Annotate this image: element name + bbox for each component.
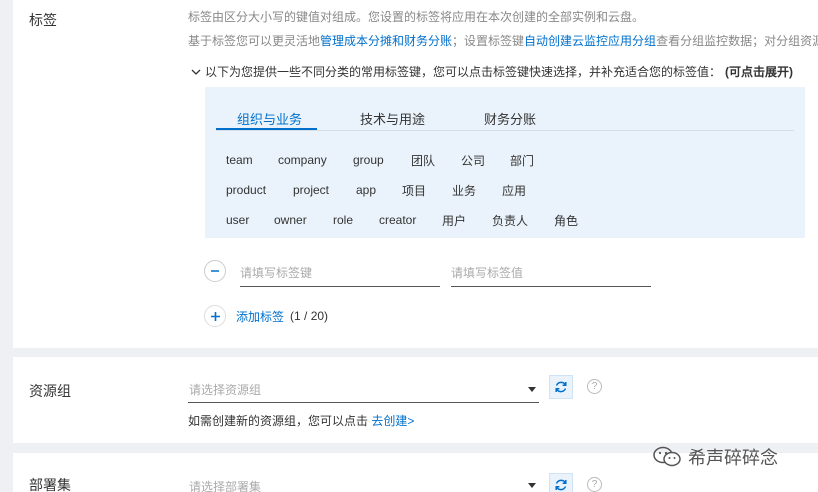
tag-chip[interactable]: 角色	[554, 212, 578, 229]
tag-key-input[interactable]: 请填写标签键	[240, 259, 440, 287]
tag-value-placeholder: 请填写标签值	[451, 266, 524, 280]
wechat-icon	[653, 446, 681, 467]
tag-chip[interactable]: owner	[274, 213, 307, 227]
chevron-down-icon	[191, 69, 201, 75]
refresh-deployment-set-button[interactable]	[549, 473, 573, 492]
resource-group-label: 资源组	[29, 383, 71, 399]
tags-label: 标签	[29, 12, 57, 28]
resource-group-hint-text: 如需创建新的资源组，您可以点击	[188, 414, 369, 428]
remove-tag-button[interactable]	[204, 260, 226, 282]
deployment-set-select[interactable]: 请选择部署集	[188, 470, 539, 492]
tabs-divider	[216, 130, 794, 131]
resource-group-section: 资源组 请选择资源组 ? 如需创建新的资源组，您可以点击 去创建>	[13, 357, 818, 443]
plus-circle	[204, 305, 226, 327]
refresh-icon	[555, 479, 567, 491]
tag-chip[interactable]: 用户	[442, 212, 466, 229]
tag-chip[interactable]: 应用	[502, 182, 526, 199]
tag-chip[interactable]: user	[226, 213, 249, 227]
tag-chip[interactable]: project	[293, 183, 329, 197]
resource-group-hint: 如需创建新的资源组，您可以点击 去创建>	[188, 412, 414, 429]
tag-chip[interactable]: 部门	[510, 152, 534, 169]
create-resource-group-link[interactable]: 去创建>	[371, 414, 414, 428]
watermark-text: 希声碎碎念	[688, 448, 778, 468]
tag-value-input[interactable]: 请填写标签值	[451, 259, 651, 287]
help-icon[interactable]: ?	[587, 477, 602, 492]
minus-icon	[211, 270, 219, 272]
caret-down-icon	[528, 387, 536, 392]
tag-chip[interactable]: 公司	[461, 152, 485, 169]
tab-organization[interactable]: 组织与业务	[237, 109, 302, 128]
tab-finance[interactable]: 财务分账	[484, 109, 536, 128]
deployment-set-label: 部署集	[29, 477, 71, 492]
tag-chip[interactable]: 团队	[411, 152, 435, 169]
expand-hint: (可点击展开)	[725, 65, 794, 79]
caret-down-icon	[528, 483, 536, 488]
tag-chip[interactable]: product	[226, 183, 266, 197]
tab-technology[interactable]: 技术与用途	[360, 109, 425, 128]
resource-group-placeholder: 请选择资源组	[189, 383, 262, 397]
tag-chip[interactable]: 项目	[402, 182, 426, 199]
tag-chip[interactable]: group	[353, 153, 384, 167]
tags-description-line2: 基于标签您可以更灵活地管理成本分摊和财务分账；设置标签键自动创建云监控应用分组查…	[188, 32, 818, 49]
tag-chip[interactable]: app	[356, 183, 376, 197]
tag-suggestions-panel: 组织与业务 技术与用途 财务分账 team company group 团队 公…	[205, 87, 805, 238]
tag-chip[interactable]: 负责人	[492, 212, 528, 229]
tag-chip[interactable]: 业务	[452, 182, 476, 199]
add-tag-button[interactable]: 添加标签 (1 / 20)	[204, 305, 328, 327]
add-tag-label: 添加标签	[236, 309, 285, 324]
tag-chip[interactable]: creator	[379, 213, 416, 227]
plus-icon	[210, 311, 220, 321]
resource-group-select[interactable]: 请选择资源组	[188, 375, 539, 403]
tag-chip[interactable]: role	[333, 213, 353, 227]
desc-text-post: 查看分组监控数据；对分组资源	[656, 34, 818, 48]
tag-chip[interactable]: company	[278, 153, 327, 167]
refresh-resource-group-button[interactable]	[549, 375, 573, 399]
tags-description-line1: 标签由区分大小写的键值对组成。您设置的标签将应用在本次创建的全部实例和云盘。	[188, 10, 645, 24]
tag-key-placeholder: 请填写标签键	[240, 266, 313, 280]
watermark: 希声碎碎念	[652, 444, 778, 470]
cloud-monitor-group-link[interactable]: 自动创建云监控应用分组	[524, 34, 656, 48]
common-tags-toggle[interactable]: 以下为您提供一些不同分类的常用标签键，您可以点击标签键快速选择，并补充适合您的标…	[191, 63, 793, 80]
refresh-icon	[555, 381, 567, 393]
active-tab-indicator	[216, 128, 317, 130]
help-icon[interactable]: ?	[587, 379, 602, 394]
tag-chip[interactable]: team	[226, 153, 253, 167]
desc-text-pre: 基于标签您可以更灵活地	[188, 34, 321, 48]
common-tags-hint: 以下为您提供一些不同分类的常用标签键，您可以点击标签键快速选择，并补充适合您的标…	[205, 65, 722, 79]
tag-count: (1 / 20)	[290, 309, 329, 323]
cost-allocation-link[interactable]: 管理成本分摊和财务分账	[320, 34, 452, 48]
deployment-set-placeholder: 请选择部署集	[189, 480, 262, 492]
desc-text-mid: ；设置标签键	[452, 34, 525, 48]
